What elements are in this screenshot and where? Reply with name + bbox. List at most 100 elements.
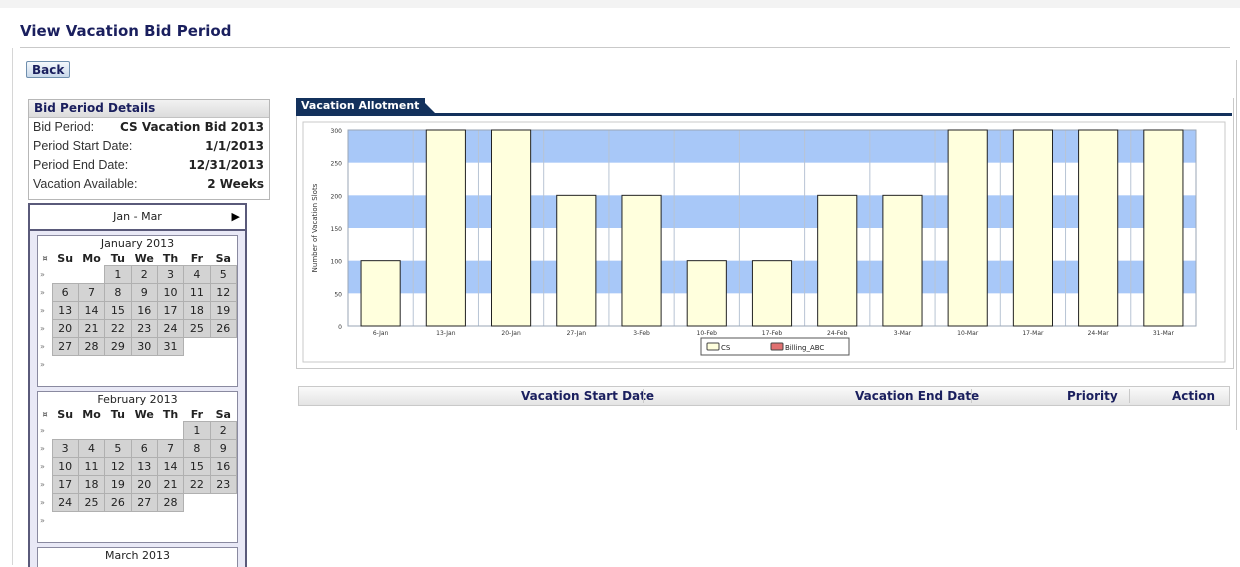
calendar-day[interactable]: 6 — [51, 283, 79, 302]
calendar-day[interactable]: 8 — [104, 283, 132, 302]
calendar-day[interactable]: 17 — [156, 301, 185, 320]
calendar-month-title: January 2013 — [100, 237, 175, 250]
week-select-marker[interactable]: » — [38, 284, 52, 302]
calendar-day[interactable]: 8 — [183, 439, 211, 458]
calendar-day[interactable]: 4 — [183, 265, 211, 284]
week-select-marker[interactable]: » — [38, 440, 52, 458]
calendar-day[interactable]: 16 — [130, 301, 158, 320]
calendar-day[interactable]: 2 — [209, 421, 238, 440]
calendar-day[interactable]: 11 — [77, 457, 106, 476]
calendar-day[interactable]: 16 — [209, 457, 238, 476]
calendar-day[interactable]: 3 — [51, 439, 79, 458]
column-action[interactable]: Action — [1172, 387, 1215, 405]
calendar-day[interactable]: 4 — [77, 439, 106, 458]
calendar-day[interactable]: 25 — [77, 493, 106, 512]
calendar-day[interactable]: 3 — [156, 265, 185, 284]
calendar-day[interactable]: 21 — [156, 475, 185, 494]
week-select-marker[interactable]: » — [38, 320, 52, 338]
week-select-marker[interactable]: » — [38, 494, 52, 512]
calendar-day[interactable]: 13 — [51, 301, 79, 320]
calendar-day[interactable]: 5 — [209, 265, 238, 284]
grid-band — [348, 195, 1196, 228]
calendar-day[interactable]: 19 — [209, 301, 238, 320]
calendar-day[interactable]: 7 — [77, 283, 106, 302]
detail-value: CS Vacation Bid 2013 — [119, 120, 264, 134]
calendar-day[interactable]: 24 — [156, 319, 185, 338]
calendar-day[interactable]: 13 — [130, 457, 158, 476]
calendar-day[interactable]: 2 — [130, 265, 158, 284]
calendar-day[interactable]: 29 — [104, 337, 132, 356]
week-select-marker[interactable]: » — [38, 422, 52, 440]
calendar-day[interactable]: 15 — [183, 457, 211, 476]
calendar-day[interactable]: 22 — [183, 475, 211, 494]
back-button[interactable]: Back — [26, 61, 71, 78]
week-select-marker[interactable]: » — [38, 338, 52, 356]
column-vacation-start-date[interactable]: Vacation Start Date — [521, 387, 654, 405]
calendar-day[interactable]: 18 — [183, 301, 211, 320]
detail-row-vacation-available: Vacation Available: 2 Weeks — [29, 175, 269, 194]
calendar-day[interactable]: 9 — [209, 439, 238, 458]
right-border — [1236, 60, 1237, 430]
week-select-marker[interactable]: » — [38, 458, 52, 476]
bar-cs — [947, 129, 988, 327]
calendar-day[interactable]: 28 — [77, 337, 106, 356]
week-select-marker[interactable]: » — [38, 302, 52, 320]
calendar-day[interactable]: 6 — [130, 439, 158, 458]
calendar-day[interactable]: 27 — [51, 337, 79, 356]
calendar-day[interactable]: 20 — [51, 319, 79, 338]
calendar-day[interactable]: 10 — [156, 283, 185, 302]
calendar-panel: Jan - Mar ▶ January 2013 ¤ Su Mo Tu We Th Fr Sa »… — [28, 203, 247, 567]
week-select-marker[interactable]: » — [38, 356, 52, 374]
calendar-day[interactable]: 28 — [156, 493, 185, 512]
calendar-day[interactable]: 30 — [130, 337, 158, 356]
calendar-day[interactable]: 7 — [156, 439, 185, 458]
select-all-marker[interactable]: ¤ — [38, 251, 52, 266]
calendar-day[interactable]: 23 — [209, 475, 238, 494]
calendar-day[interactable]: 1 — [104, 265, 132, 284]
calendar-day[interactable]: 12 — [104, 457, 132, 476]
week-select-marker[interactable]: » — [38, 512, 52, 530]
bar-cs — [686, 260, 727, 327]
calendar-day[interactable]: 18 — [77, 475, 106, 494]
calendar-day[interactable]: 15 — [104, 301, 132, 320]
column-divider — [643, 389, 644, 403]
column-vacation-end-date[interactable]: Vacation End Date — [855, 387, 979, 405]
column-priority[interactable]: Priority — [1067, 387, 1118, 405]
calendar-empty-cell — [78, 512, 104, 530]
calendar-day[interactable]: 26 — [104, 493, 132, 512]
calendar-day[interactable]: 10 — [51, 457, 79, 476]
details-heading: Bid Period Details — [29, 100, 269, 118]
x-tick-label: 10-Feb — [697, 330, 718, 337]
calendar-day[interactable]: 17 — [51, 475, 79, 494]
calendar-day[interactable]: 19 — [104, 475, 132, 494]
calendar-day[interactable]: 24 — [51, 493, 79, 512]
calendar-day[interactable]: 1 — [183, 421, 211, 440]
calendar-day[interactable]: 9 — [130, 283, 158, 302]
calendar-day[interactable]: 21 — [77, 319, 106, 338]
calendar-range-label: Jan - Mar — [113, 210, 162, 223]
calendar-day[interactable]: 20 — [130, 475, 158, 494]
weekday-header: Fr — [190, 251, 204, 265]
calendar-day[interactable]: 22 — [104, 319, 132, 338]
calendar-day[interactable]: 14 — [156, 457, 185, 476]
week-select-marker[interactable]: » — [38, 476, 52, 494]
calendar-empty-cell — [184, 338, 210, 356]
detail-label: Vacation Available: — [33, 177, 138, 191]
week-select-marker[interactable]: » — [38, 266, 52, 284]
calendar-day[interactable]: 27 — [130, 493, 158, 512]
calendar-day[interactable]: 23 — [130, 319, 158, 338]
calendar-day[interactable]: 14 — [77, 301, 106, 320]
calendar-day[interactable]: 11 — [183, 283, 211, 302]
calendar-month-title: March 2013 — [104, 549, 171, 562]
tab-vacation-allotment[interactable]: Vacation Allotment — [296, 98, 425, 114]
select-all-marker[interactable]: ¤ — [38, 407, 52, 422]
calendar-day[interactable]: 5 — [104, 439, 132, 458]
calendar-day[interactable]: 12 — [209, 283, 238, 302]
triangle-right-icon[interactable]: ▶ — [232, 205, 240, 229]
calendar-day[interactable]: 26 — [209, 319, 238, 338]
calendar-day[interactable]: 25 — [183, 319, 211, 338]
chart-container: 0 50 100 150 200 250 300 Number of Vacation Slo… — [296, 98, 1234, 369]
calendar-day[interactable]: 31 — [156, 337, 185, 356]
bar-cs — [1143, 129, 1184, 327]
weekday-header: Su — [57, 251, 74, 265]
